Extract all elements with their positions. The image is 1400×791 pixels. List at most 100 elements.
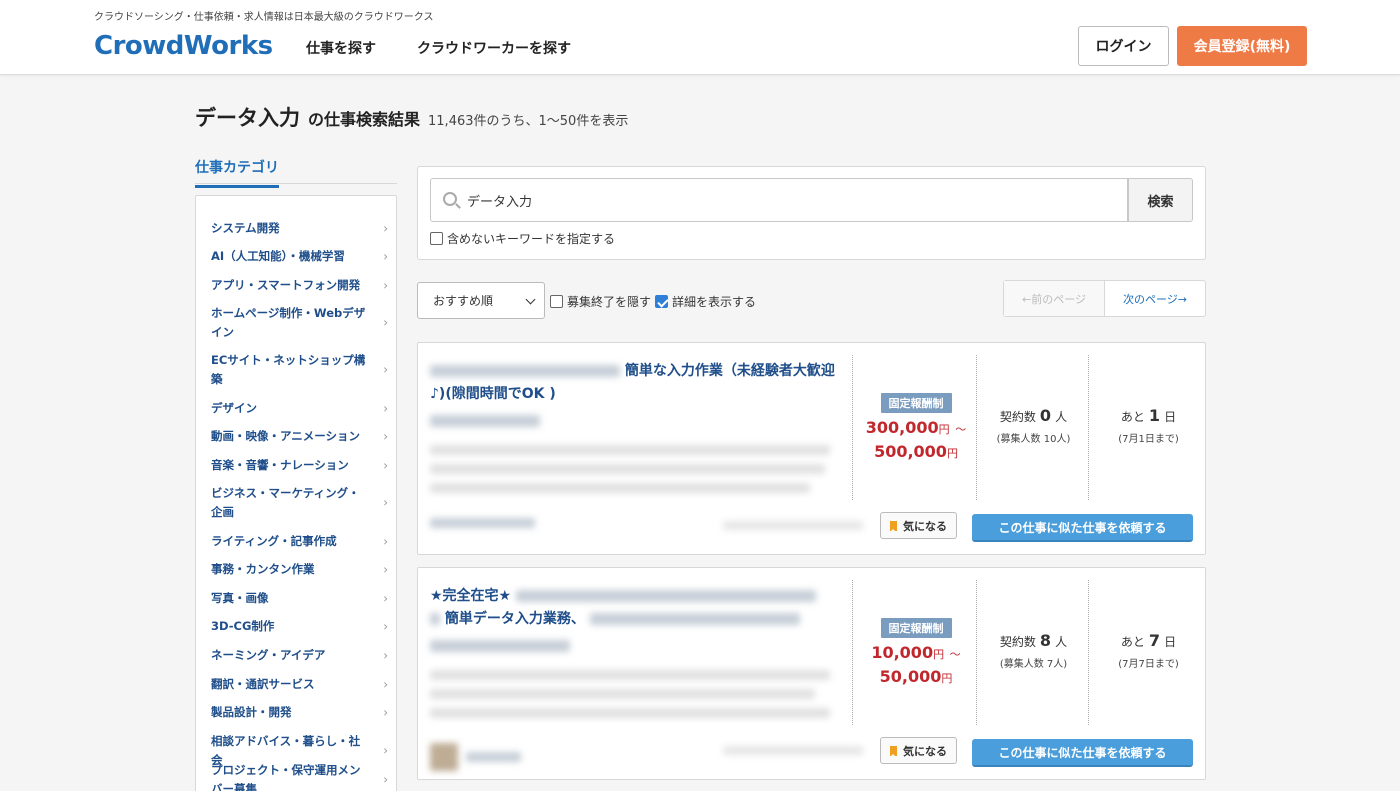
category-item[interactable]: デザイン › xyxy=(211,399,396,418)
chevron-right-icon: › xyxy=(383,315,388,330)
job-description xyxy=(430,670,835,727)
chevron-right-icon: › xyxy=(383,562,388,576)
column-divider xyxy=(1088,355,1089,500)
pay-type-badge: 固定報酬制 xyxy=(880,618,952,638)
search-input[interactable]: データ入力 xyxy=(430,178,1128,222)
chevron-right-icon: › xyxy=(383,677,388,691)
category-item[interactable]: 製品設計・開発 › xyxy=(211,703,396,722)
favorite-button[interactable]: 気になる xyxy=(880,737,957,764)
bookmark-icon xyxy=(890,520,897,532)
deadline-stats: あと 1 日 (7月1日まで) xyxy=(1118,406,1179,445)
contract-stats: 契約数 8 人 (募集人数 7人) xyxy=(999,631,1068,670)
site-header: クラウドソーシング・仕事依頼・求人情報は日本最大級のクラウドワークス Crowd… xyxy=(0,0,1400,75)
pay-amount: 300,000円 〜 500,000円 xyxy=(865,418,967,461)
redacted-text xyxy=(430,613,440,625)
posted-date xyxy=(723,521,863,530)
category-item[interactable]: ビジネス・マーケティング・企画 › xyxy=(211,484,396,522)
chevron-right-icon: › xyxy=(383,772,388,787)
chevron-right-icon: › xyxy=(383,648,388,662)
hide-closed-label: 募集終了を隠す xyxy=(567,295,652,309)
crowdworks-logo[interactable]: CrowdWorks xyxy=(94,31,273,61)
bookmark-icon xyxy=(890,745,897,757)
payment-info: 固定報酬制 10,000円 〜 50,000円 xyxy=(854,568,978,690)
category-item[interactable]: プロジェクト・保守運用メンバー募集 › xyxy=(211,761,396,791)
category-item[interactable]: ライティング・記事作成 › xyxy=(211,532,396,551)
search-button[interactable]: 検索 xyxy=(1128,178,1193,222)
request-similar-job-button[interactable]: この仕事に似た仕事を依頼する xyxy=(972,514,1193,542)
result-count: 11,463件のうち、1〜50件を表示 xyxy=(428,114,629,129)
chevron-right-icon: › xyxy=(383,429,388,443)
category-item[interactable]: 写真・画像 › xyxy=(211,589,396,608)
exclude-keyword-toggle[interactable]: 含めないキーワードを指定する xyxy=(430,230,615,247)
site-tagline: クラウドソーシング・仕事依頼・求人情報は日本最大級のクラウドワークス xyxy=(94,12,434,23)
category-item[interactable]: アプリ・スマートフォン開発 › xyxy=(211,276,396,295)
nav-find-workers[interactable]: クラウドワーカーを探す xyxy=(417,38,571,58)
search-panel: データ入力 検索 含めないキーワードを指定する xyxy=(417,166,1206,260)
nav-find-jobs[interactable]: 仕事を探す xyxy=(306,38,376,58)
category-item[interactable]: ECサイト・ネットショップ構築 › xyxy=(211,351,396,389)
category-item[interactable]: 事務・カンタン作業 › xyxy=(211,560,396,579)
column-divider xyxy=(976,580,977,725)
login-button[interactable]: ログイン xyxy=(1078,26,1169,66)
chevron-right-icon: › xyxy=(383,401,388,415)
job-title[interactable]: 簡単な入力作業（未経験者大歓迎♪)(隙間時間でOK ) xyxy=(430,360,835,406)
category-item[interactable]: 3D-CG制作 › xyxy=(211,617,396,636)
redacted-text xyxy=(589,613,800,625)
page-title: データ入力 の仕事検索結果 11,463件のうち、1〜50件を表示 xyxy=(195,102,628,132)
redacted-text xyxy=(515,590,816,602)
column-divider xyxy=(852,355,853,500)
pay-type-badge: 固定報酬制 xyxy=(880,393,952,413)
job-category xyxy=(430,415,540,430)
hide-closed-checkbox[interactable] xyxy=(550,295,563,308)
contract-stats: 契約数 0 人 (募集人数 10人) xyxy=(996,406,1071,445)
chevron-right-icon: › xyxy=(383,534,388,548)
signup-button[interactable]: 会員登録(無料) xyxy=(1177,26,1307,66)
deadline-stats: あと 7 日 (7月7日まで) xyxy=(1118,631,1179,670)
column-divider xyxy=(976,355,977,500)
chevron-right-icon: › xyxy=(383,619,388,633)
job-card: ★完全在宅★ 簡単データ入力業務、 固定報酬制 10,000円 〜 50,000… xyxy=(417,567,1206,780)
title-suffix: の仕事検索結果 xyxy=(308,110,421,129)
category-item[interactable]: AI（人工知能）・機械学習 › xyxy=(211,247,396,266)
chevron-right-icon: › xyxy=(383,249,388,263)
request-similar-job-button[interactable]: この仕事に似た仕事を依頼する xyxy=(972,739,1193,767)
category-item[interactable]: 動画・映像・アニメーション › xyxy=(211,427,396,446)
redacted-text xyxy=(430,365,620,377)
client-info[interactable] xyxy=(430,743,521,771)
prev-page-button[interactable]: ←前のページ xyxy=(1004,281,1105,316)
column-divider xyxy=(1088,580,1089,725)
chevron-right-icon: › xyxy=(383,743,388,758)
show-details-checkbox[interactable] xyxy=(655,295,668,308)
chevron-right-icon: › xyxy=(383,591,388,605)
category-item[interactable]: ホームページ制作・Webデザイン › xyxy=(211,304,396,342)
chevron-down-icon xyxy=(525,294,536,305)
next-page-button[interactable]: 次のページ→ xyxy=(1105,281,1205,316)
sort-select[interactable]: おすすめ順 xyxy=(417,282,545,319)
category-item[interactable]: ネーミング・アイデア › xyxy=(211,646,396,665)
show-details-label: 詳細を表示する xyxy=(672,295,757,309)
client-avatar xyxy=(430,743,458,771)
chevron-right-icon: › xyxy=(383,362,388,377)
search-input-value: データ入力 xyxy=(467,194,533,210)
category-item[interactable]: 音楽・音響・ナレーション › xyxy=(211,456,396,475)
hide-closed-toggle[interactable]: 募集終了を隠す xyxy=(550,293,651,310)
job-category xyxy=(430,640,570,655)
favorite-button[interactable]: 気になる xyxy=(880,512,957,539)
job-title[interactable]: ★完全在宅★ 簡単データ入力業務、 xyxy=(430,585,835,631)
pager: ←前のページ 次のページ→ xyxy=(1003,280,1206,317)
show-details-toggle[interactable]: 詳細を表示する xyxy=(655,293,756,310)
job-description xyxy=(430,445,835,502)
title-keyword: データ入力 xyxy=(195,106,300,130)
chevron-right-icon: › xyxy=(383,278,388,292)
category-item[interactable]: 翻訳・通訳サービス › xyxy=(211,675,396,694)
chevron-right-icon: › xyxy=(383,495,388,510)
client-info[interactable] xyxy=(430,518,535,528)
job-card: 簡単な入力作業（未経験者大歓迎♪)(隙間時間でOK ) 固定報酬制 300,00… xyxy=(417,342,1206,555)
exclude-keyword-checkbox[interactable] xyxy=(430,232,443,245)
chevron-right-icon: › xyxy=(383,705,388,719)
category-item[interactable]: システム開発 › xyxy=(211,219,396,238)
payment-info: 固定報酬制 300,000円 〜 500,000円 xyxy=(854,343,978,465)
search-icon xyxy=(443,192,457,206)
chevron-right-icon: › xyxy=(383,458,388,472)
category-divider xyxy=(195,183,397,184)
